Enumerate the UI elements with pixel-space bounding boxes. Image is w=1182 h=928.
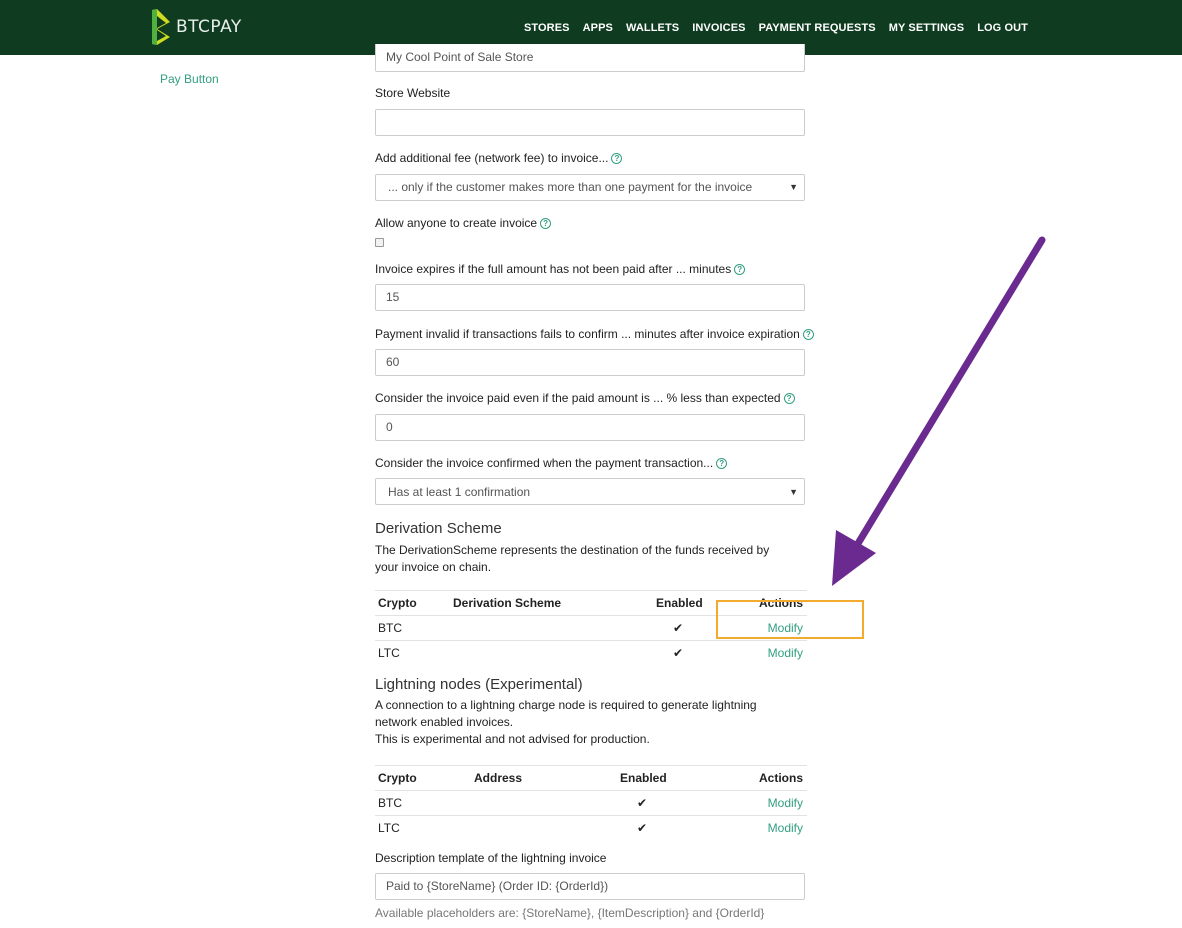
enabled-check-icon: ✔ [637, 821, 648, 835]
allow-anyone-label: Allow anyone to create invoice? [375, 216, 552, 230]
network-fee-label-text: Add additional fee (network fee) to invo… [375, 151, 609, 165]
allow-anyone-label-text: Allow anyone to create invoice [375, 216, 538, 230]
paid-tolerance-label: Consider the invoice paid even if the pa… [375, 391, 795, 405]
purple-arrow-icon [832, 236, 1046, 586]
lightning-nodes-heading: Lightning nodes (Experimental) [375, 676, 583, 693]
sidebar-item-pay-button[interactable]: Pay Button [160, 72, 219, 86]
derivation-scheme-description: The DerivationScheme represents the dest… [375, 543, 770, 574]
lightning-description-input[interactable]: Paid to {StoreName} (Order ID: {OrderId}… [375, 873, 805, 900]
row-crypto: BTC [378, 796, 402, 810]
column-header-crypto: Crypto [378, 596, 417, 610]
enabled-check-icon: ✔ [673, 646, 684, 660]
nav-invoices[interactable]: INVOICES [692, 22, 745, 34]
column-header-crypto: Crypto [378, 771, 417, 785]
store-website-input[interactable] [375, 109, 805, 136]
btcpay-logo-icon [152, 9, 170, 45]
invoice-expiry-label: Invoice expires if the full amount has n… [375, 262, 746, 276]
network-fee-label: Add additional fee (network fee) to invo… [375, 151, 623, 165]
nav-log-out[interactable]: LOG OUT [977, 22, 1028, 34]
allow-anyone-checkbox[interactable] [375, 238, 384, 247]
table-row: LTC ✔ Modify [375, 815, 807, 840]
modify-link[interactable]: Modify [768, 821, 803, 835]
store-name-input[interactable]: My Cool Point of Sale Store [375, 44, 805, 72]
help-icon[interactable]: ? [734, 264, 746, 275]
paid-tolerance-label-text: Consider the invoice paid even if the pa… [375, 391, 781, 405]
row-crypto: LTC [378, 821, 400, 835]
lightning-nodes-table: Crypto Address Enabled Actions BTC ✔ Mod… [375, 765, 807, 840]
enabled-check-icon: ✔ [673, 621, 684, 635]
column-header-enabled: Enabled [656, 596, 703, 610]
table-row: LTC ✔ Modify [375, 640, 807, 665]
chevron-down-icon: ▼ [789, 182, 798, 192]
row-crypto: LTC [378, 646, 400, 660]
placeholders-help-text: Available placeholders are: {StoreName},… [375, 906, 765, 920]
invoice-expiry-input[interactable]: 15 [375, 284, 805, 311]
speed-policy-selected: Has at least 1 confirmation [388, 485, 531, 499]
brand-name: BTCPAY [176, 17, 242, 37]
column-header-actions: Actions [758, 771, 803, 785]
network-fee-select[interactable]: ... only if the customer makes more than… [375, 174, 805, 201]
lightning-description-label: Description template of the lightning in… [375, 851, 607, 865]
payment-invalid-label: Payment invalid if transactions fails to… [375, 327, 814, 341]
speed-policy-label-text: Consider the invoice confirmed when the … [375, 456, 714, 470]
payment-invalid-label-text: Payment invalid if transactions fails to… [375, 327, 800, 341]
invoice-expiry-label-text: Invoice expires if the full amount has n… [375, 262, 732, 276]
enabled-check-icon: ✔ [637, 796, 648, 810]
help-icon[interactable]: ? [783, 393, 795, 404]
network-fee-selected: ... only if the customer makes more than… [388, 180, 753, 194]
nav-apps[interactable]: APPS [583, 22, 613, 34]
help-icon[interactable]: ? [802, 329, 814, 340]
nav-wallets[interactable]: WALLETS [626, 22, 679, 34]
highlight-box [716, 600, 864, 639]
help-icon[interactable]: ? [716, 458, 728, 469]
modify-link[interactable]: Modify [768, 796, 803, 810]
nav-payment-requests[interactable]: PAYMENT REQUESTS [759, 22, 876, 34]
derivation-scheme-heading: Derivation Scheme [375, 520, 502, 537]
btcpay-logo[interactable]: BTCPAY [150, 8, 242, 46]
help-icon[interactable]: ? [611, 153, 623, 164]
column-header-enabled: Enabled [620, 771, 667, 785]
column-header-address: Address [474, 771, 523, 785]
table-row: BTC ✔ Modify [375, 790, 807, 815]
store-website-label: Store Website [375, 86, 451, 100]
row-crypto: BTC [378, 621, 402, 635]
speed-policy-label: Consider the invoice confirmed when the … [375, 456, 728, 470]
paid-tolerance-input[interactable]: 0 [375, 414, 805, 441]
speed-policy-select[interactable]: Has at least 1 confirmation ▼ [375, 478, 805, 505]
lightning-nodes-description: A connection to a lightning charge node … [375, 698, 757, 729]
nav-stores[interactable]: STORES [524, 22, 570, 34]
table-header: Crypto Address Enabled Actions [375, 765, 807, 790]
column-header-derivation-scheme: Derivation Scheme [453, 596, 562, 610]
help-icon[interactable]: ? [540, 218, 552, 229]
modify-link[interactable]: Modify [768, 646, 803, 660]
lightning-nodes-warning: This is experimental and not advised for… [375, 732, 650, 746]
nav-my-settings[interactable]: MY SETTINGS [889, 22, 964, 34]
payment-invalid-input[interactable]: 60 [375, 349, 805, 376]
chevron-down-icon: ▼ [789, 487, 798, 497]
